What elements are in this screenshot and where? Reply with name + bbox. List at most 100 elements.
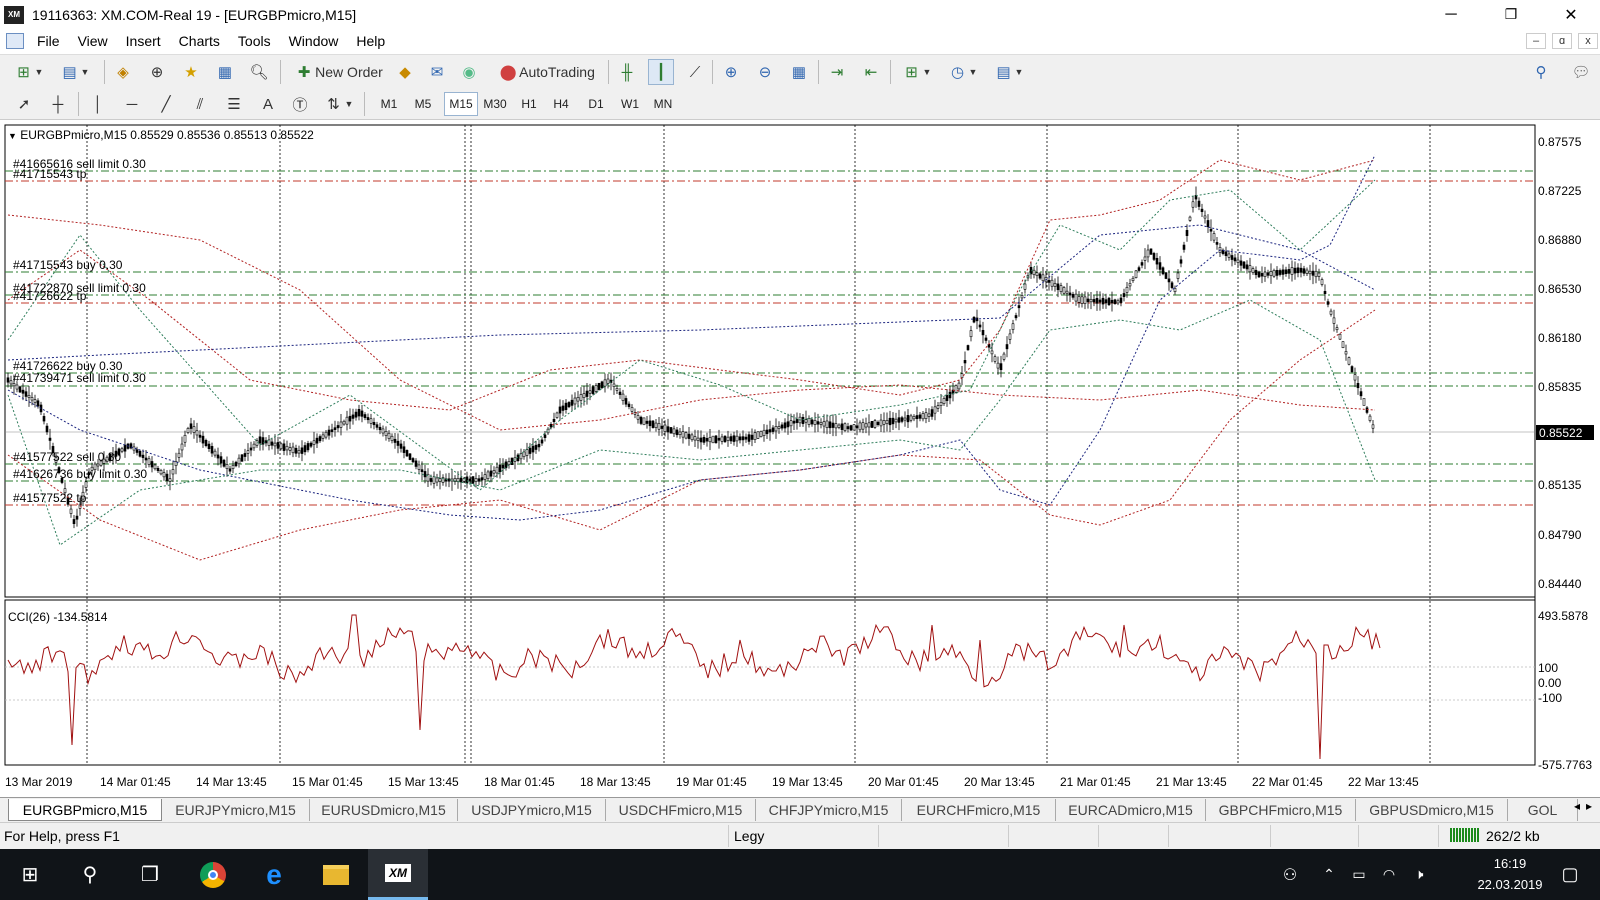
templates-button[interactable]: ▤ ▼	[988, 59, 1028, 85]
mdi-restore-button[interactable]: ɑ	[1552, 33, 1572, 49]
volume-muted-icon[interactable]: 🕨︎	[1404, 849, 1434, 900]
chart-window[interactable]	[0, 121, 1600, 797]
order-label[interactable]: #41626736 buy limit 0.30	[13, 467, 147, 481]
close-button[interactable]: ✕	[1548, 0, 1594, 29]
order-label[interactable]: #41715543 tp	[13, 167, 86, 181]
chart-tab[interactable]: GBPUSDmicro,M15	[1356, 799, 1508, 821]
chart-shift-button[interactable]: ⇤	[858, 59, 884, 85]
menu-file[interactable]: File	[28, 33, 69, 49]
menu-window[interactable]: Window	[280, 33, 348, 49]
chart-window-icon[interactable]	[6, 33, 24, 49]
crosshair-tool[interactable]: ┼	[46, 91, 70, 117]
xm-taskbar-icon[interactable]: XM	[368, 849, 428, 900]
tf-m15[interactable]: M15	[444, 92, 478, 116]
menu-charts[interactable]: Charts	[170, 33, 229, 49]
tile-windows-button[interactable]: ▦	[786, 59, 812, 85]
order-label[interactable]: #41739471 sell limit 0.30	[13, 371, 146, 385]
chart-tab[interactable]: EURCADmicro,M15	[1056, 799, 1206, 821]
menu-insert[interactable]: Insert	[117, 33, 170, 49]
bar-chart-button[interactable]: ╫	[614, 59, 640, 85]
fibonacci-tool[interactable]: ☰	[222, 91, 246, 117]
notifications-icon[interactable]: ▢	[1540, 849, 1600, 900]
order-label[interactable]: #41577522 sell 0.30	[13, 450, 121, 464]
autotrading-button[interactable]: ⬤ AutoTrading	[488, 59, 604, 85]
clock-date[interactable]: 22.03.2019	[1460, 877, 1560, 892]
windows-start-icon[interactable]: ⊞	[0, 849, 60, 900]
chart-tab[interactable]: GBPCHFmicro,M15	[1206, 799, 1356, 821]
signals-button[interactable]: ✉	[424, 59, 450, 85]
candle-body	[693, 436, 697, 441]
menu-view[interactable]: View	[69, 33, 117, 49]
search-taskbar-icon[interactable]: ⚲	[60, 849, 120, 900]
text-label-tool[interactable]: Ⓣ	[288, 91, 312, 117]
zoom-in-button[interactable]: ⊕	[718, 59, 744, 85]
chat-button[interactable]: 💬︎	[1568, 59, 1594, 85]
arrows-tool[interactable]: ⇅ ▼	[320, 91, 356, 117]
chart-tab[interactable]: GOL	[1508, 799, 1578, 821]
periods-button[interactable]: ◷ ▼	[942, 59, 982, 85]
horizontal-line-tool[interactable]: ─	[120, 91, 144, 117]
text-tool[interactable]: A	[256, 91, 280, 117]
chart-tab[interactable]: USDCHFmicro,M15	[606, 799, 756, 821]
order-label[interactable]: #41715543 buy 0.30	[13, 258, 122, 272]
tabs-scroll-right-icon[interactable]: ▸	[1586, 799, 1592, 813]
candlestick-button[interactable]: ┃	[648, 59, 674, 85]
chrome-icon[interactable]	[183, 849, 243, 900]
battery-icon[interactable]: ▭	[1344, 849, 1374, 900]
mdi-close-button[interactable]: x	[1578, 33, 1598, 49]
candle-body	[906, 415, 910, 423]
order-label[interactable]: #41726622 tp	[13, 289, 86, 303]
price-chart-svg[interactable]	[0, 121, 1600, 797]
indicators-button[interactable]: ⊞ ▼	[896, 59, 936, 85]
search-button[interactable]: ⚲	[1528, 59, 1554, 85]
chart-tab[interactable]: EURGBPmicro,M15	[8, 799, 162, 821]
strategy-tester-button[interactable]: 🔍︎	[246, 59, 272, 85]
chart-tab[interactable]: EURJPYmicro,M15	[162, 799, 310, 821]
trendline-tool[interactable]: ╱	[154, 91, 178, 117]
menu-help[interactable]: Help	[347, 33, 394, 49]
tf-h4[interactable]: H4	[546, 92, 576, 116]
vertical-line-tool[interactable]: │	[86, 91, 110, 117]
navigator-button[interactable]: ★	[178, 59, 204, 85]
chart-tab[interactable]: EURCHFmicro,M15	[902, 799, 1056, 821]
price-label: 0.84790	[1538, 528, 1582, 542]
tf-m5[interactable]: M5	[408, 92, 438, 116]
cursor-tool[interactable]: ➚	[12, 91, 36, 117]
time-label: 15 Mar 13:45	[388, 775, 459, 789]
tf-h1[interactable]: H1	[514, 92, 544, 116]
order-label[interactable]: #41577522 tp	[13, 491, 86, 505]
chevron-up-icon[interactable]: ⌃	[1314, 849, 1344, 900]
people-icon[interactable]: ⚇	[1270, 849, 1310, 900]
terminal-button[interactable]: ▦	[212, 59, 238, 85]
tf-m30[interactable]: M30	[480, 92, 510, 116]
task-view-icon[interactable]: ❐	[120, 849, 180, 900]
chart-tab[interactable]: USDJPYmicro,M15	[458, 799, 606, 821]
new-order-button[interactable]: ✚ New Order	[286, 59, 390, 85]
mdi-minimize-button[interactable]: –	[1526, 33, 1546, 49]
market-watch-button[interactable]: ◈	[110, 59, 136, 85]
tf-mn[interactable]: MN	[648, 92, 678, 116]
minimize-button[interactable]: ─	[1428, 0, 1474, 29]
chart-tab[interactable]: EURUSDmicro,M15	[310, 799, 458, 821]
autoscroll-button[interactable]: ⇥	[824, 59, 850, 85]
data-window-button[interactable]: ⊕	[144, 59, 170, 85]
zoom-out-button[interactable]: ⊖	[752, 59, 778, 85]
edge-icon[interactable]: e	[244, 849, 304, 900]
tf-d1[interactable]: D1	[581, 92, 611, 116]
collapse-arrow-icon[interactable]: ▼	[8, 131, 17, 141]
new-chart-button[interactable]: ⊞ ▼	[10, 59, 46, 85]
market-button[interactable]: ◉	[456, 59, 482, 85]
equidistant-channel-tool[interactable]: ⫽	[188, 91, 212, 117]
wifi-icon[interactable]: ◠	[1374, 849, 1404, 900]
line-chart-button[interactable]: ⟋	[682, 59, 708, 85]
file-explorer-icon[interactable]	[306, 849, 366, 900]
metaeditor-button[interactable]: ◆	[392, 59, 418, 85]
maximize-button[interactable]: ❐	[1488, 0, 1534, 29]
profiles-button[interactable]: ▤ ▼	[56, 59, 92, 85]
chart-tab[interactable]: CHFJPYmicro,M15	[756, 799, 902, 821]
tabs-scroll-left-icon[interactable]: ◂	[1574, 799, 1580, 813]
menu-tools[interactable]: Tools	[229, 33, 280, 49]
tf-w1[interactable]: W1	[615, 92, 645, 116]
clock-time[interactable]: 16:19	[1475, 856, 1545, 871]
tf-m1[interactable]: M1	[374, 92, 404, 116]
